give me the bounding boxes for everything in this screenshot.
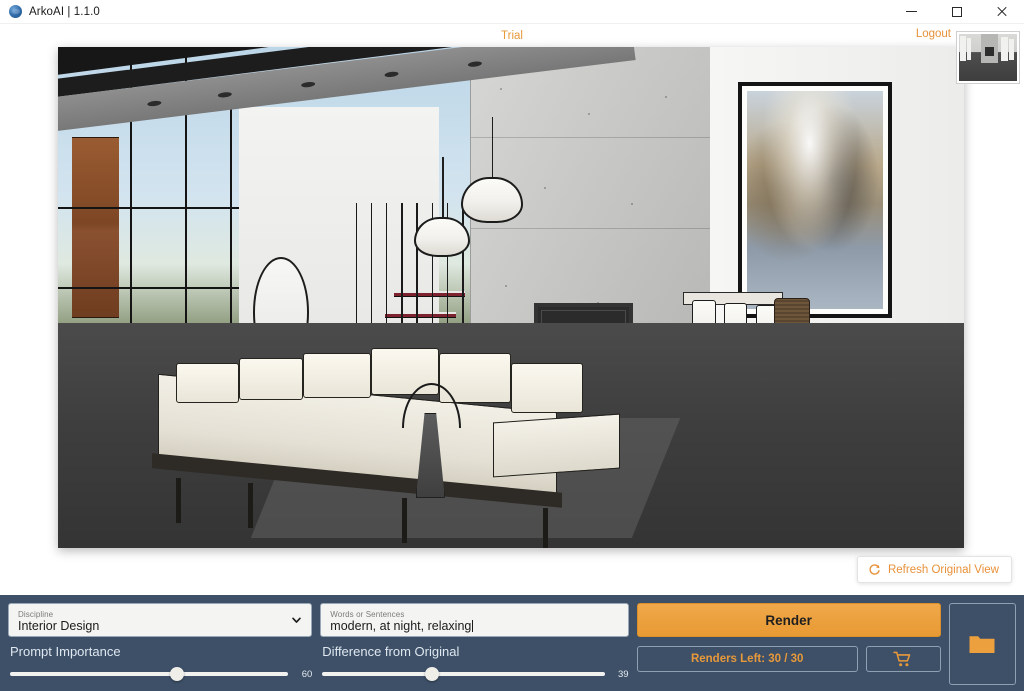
minimize-button[interactable] <box>889 0 934 23</box>
pendant-cord <box>491 117 494 178</box>
3d-scene <box>58 47 964 548</box>
prompt-importance-value: 60 <box>301 668 313 680</box>
text-caret <box>472 619 474 632</box>
prompt-label: Words or Sentences <box>330 609 405 619</box>
close-button[interactable] <box>979 0 1024 23</box>
artwork-canvas <box>746 91 883 309</box>
ottoman <box>492 413 620 478</box>
folder-column <box>948 603 1017 685</box>
pendant-cord <box>442 157 444 218</box>
wood-wall-panel <box>71 137 119 318</box>
refresh-icon <box>869 564 880 575</box>
maximize-icon <box>951 6 962 17</box>
arkoai-application-window: ArkoAI | 1.1.0 Trial Logout Refresh Orig… <box>0 0 1024 691</box>
sofa-leg <box>402 497 408 543</box>
close-icon <box>996 6 1007 17</box>
concrete-tie-hole <box>500 88 503 91</box>
chevron-down-icon <box>292 617 302 623</box>
slider-track <box>322 672 605 676</box>
difference-value: 39 <box>617 668 629 680</box>
renders-left-badge: Renders Left: 30 / 30 <box>636 646 858 672</box>
concrete-tie-hole <box>631 203 634 206</box>
recessed-light <box>146 100 162 107</box>
framed-artwork <box>737 82 892 318</box>
window-mullion <box>58 287 240 290</box>
concrete-tie-hole <box>544 186 546 189</box>
recessed-light <box>300 81 316 88</box>
difference-label: Difference from Original <box>322 644 460 659</box>
plan-strip: Trial Logout <box>0 24 1024 84</box>
thumbnail-detail <box>960 35 966 62</box>
title-bar-left: ArkoAI | 1.1.0 <box>0 5 100 18</box>
control-panel: Discipline Interior Design Prompt Import… <box>0 595 1024 691</box>
slider-track <box>10 672 289 676</box>
slider-thumb[interactable] <box>425 667 440 681</box>
prompt-column: Words or Sentences modern, at night, rel… <box>320 603 629 685</box>
sofa-pillow <box>511 362 584 413</box>
prompt-input[interactable]: Words or Sentences modern, at night, rel… <box>320 603 629 637</box>
render-viewport[interactable] <box>58 47 964 548</box>
buy-credits-button[interactable] <box>865 646 941 672</box>
viewport-area: Refresh Original View <box>0 47 1024 595</box>
recessed-light <box>467 60 482 68</box>
thumbnail-detail <box>1000 36 1008 62</box>
sofa-pillow <box>175 362 240 403</box>
minimize-icon <box>906 11 917 12</box>
prompt-importance-label: Prompt Importance <box>10 644 121 659</box>
open-folder-button[interactable] <box>948 603 1017 685</box>
discipline-label: Discipline <box>18 609 54 619</box>
window-controls <box>889 0 1024 23</box>
refresh-original-view-label: Refresh Original View <box>887 563 999 576</box>
difference-slider[interactable] <box>322 666 605 682</box>
thumbnail-detail <box>967 37 972 61</box>
pendant-shade <box>414 217 471 258</box>
stair-tread <box>384 311 456 318</box>
recessed-light <box>217 91 233 99</box>
plan-status-badge: Trial <box>501 29 523 42</box>
render-thumbnail[interactable] <box>956 31 1020 84</box>
prompt-value-wrap: modern, at night, relaxing <box>330 619 619 634</box>
discipline-select[interactable]: Discipline Interior Design <box>8 603 313 637</box>
sofa-pillow <box>302 352 371 398</box>
logout-link[interactable]: Logout <box>916 28 951 40</box>
thumbnail-detail <box>1008 38 1015 61</box>
concrete-tie-hole <box>665 96 668 99</box>
refresh-original-view-button[interactable]: Refresh Original View <box>856 556 1012 583</box>
concrete-tie-hole <box>587 112 590 115</box>
prompt-value: modern, at night, relaxing <box>330 618 472 633</box>
discipline-value: Interior Design <box>18 618 100 633</box>
sofa-leg <box>542 507 548 548</box>
sofa-leg <box>175 477 181 523</box>
prompt-importance-row: 60 <box>8 666 312 682</box>
render-button[interactable]: Render <box>636 603 941 637</box>
window-mullion <box>58 207 240 210</box>
shopping-cart-icon <box>893 651 911 666</box>
window-title: ArkoAI | 1.1.0 <box>29 5 100 18</box>
concrete-tie-hole <box>505 285 508 288</box>
render-column: Render Renders Left: 30 / 30 <box>636 603 941 685</box>
discipline-column: Discipline Interior Design Prompt Import… <box>8 603 313 685</box>
pendant-light <box>411 157 473 287</box>
sofa-leg <box>248 482 254 528</box>
maximize-button[interactable] <box>934 0 979 23</box>
title-bar: ArkoAI | 1.1.0 <box>0 0 1024 24</box>
thumbnail-image <box>959 34 1017 81</box>
difference-row: 39 <box>320 666 629 682</box>
arkoai-logo-icon <box>9 5 22 18</box>
sofa-pillow <box>239 357 303 401</box>
recessed-light <box>383 71 399 78</box>
render-subrow: Renders Left: 30 / 30 <box>636 646 941 672</box>
folder-icon <box>969 635 995 653</box>
slider-thumb[interactable] <box>169 667 184 681</box>
prompt-importance-slider[interactable] <box>10 666 289 682</box>
stair-tread <box>393 291 465 298</box>
